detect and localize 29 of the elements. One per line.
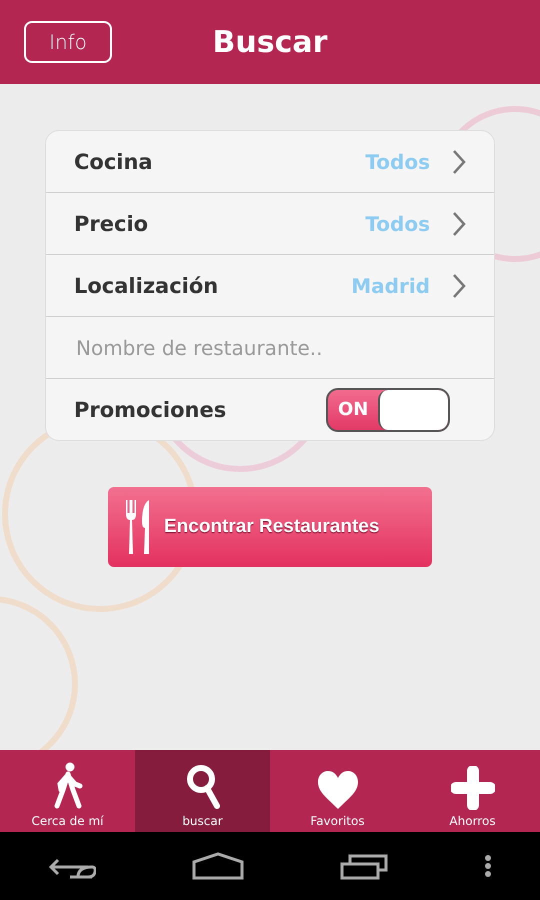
restaurant-name-field[interactable]: Nombre de restaurante..	[74, 334, 466, 360]
tab-bar-item[interactable]: Ahorros	[405, 750, 540, 832]
filter-value: Todos	[365, 212, 430, 236]
chevron-right-icon	[452, 210, 466, 236]
heart-icon	[316, 770, 358, 810]
tab-bar-item[interactable]: Cerca de mí	[0, 750, 135, 832]
filter-label: Localización	[74, 274, 220, 298]
recent-apps-icon[interactable]	[340, 852, 388, 880]
tab-bar-item[interactable]: buscar	[135, 750, 270, 832]
tab-bar-item[interactable]: Favoritos	[270, 750, 405, 832]
page-title: Buscar	[212, 24, 328, 60]
info-button[interactable]: Info	[24, 21, 112, 63]
toggle-label: Promociones	[74, 398, 228, 422]
filter-row[interactable]: Cocina Todos	[46, 131, 494, 193]
filter-label: Precio	[74, 212, 150, 236]
filter-value: Madrid	[351, 274, 430, 298]
home-icon[interactable]	[192, 852, 244, 880]
filter-row[interactable]: Precio Todos	[46, 193, 494, 255]
promotions-toggle[interactable]: ON	[326, 388, 450, 432]
chevron-right-icon	[452, 148, 466, 174]
filter-value: Todos	[365, 150, 430, 174]
overflow-menu-icon[interactable]	[484, 854, 492, 878]
plus-icon	[450, 766, 494, 810]
find-restaurants-button[interactable]: Encontrar Restaurantes	[108, 487, 432, 567]
walking-person-icon	[52, 762, 82, 810]
search-icon	[186, 764, 220, 810]
filter-row[interactable]: Localización Madrid	[46, 255, 494, 317]
chevron-right-icon	[452, 272, 466, 298]
filter-label: Cocina	[74, 150, 154, 174]
